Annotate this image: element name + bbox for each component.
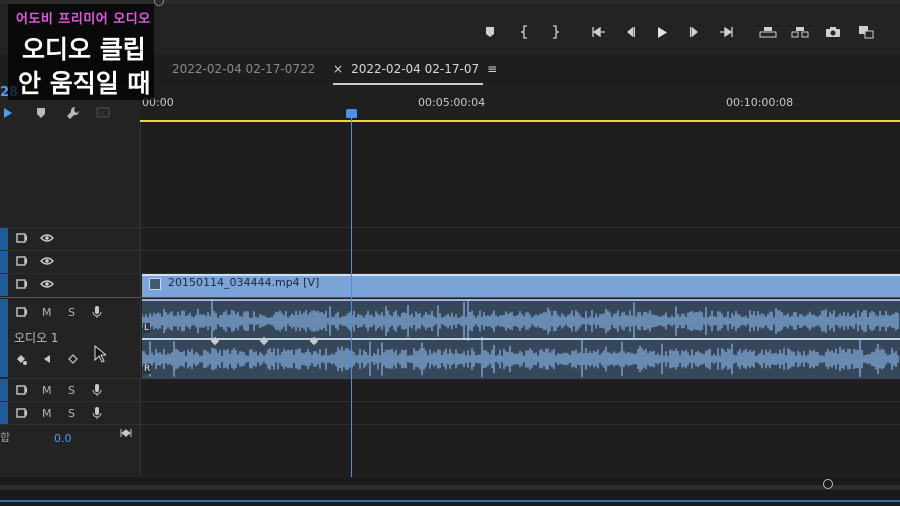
sync-lock-icon[interactable]: [16, 408, 28, 421]
extract-icon[interactable]: [790, 22, 810, 42]
eye-icon[interactable]: [40, 279, 54, 292]
playhead-line[interactable]: [351, 110, 352, 477]
track-divider: [0, 424, 900, 425]
prev-keyframe-icon[interactable]: [43, 354, 51, 367]
solo-button[interactable]: S: [68, 306, 75, 319]
sync-lock-icon[interactable]: [16, 233, 28, 246]
audio-track-name[interactable]: 오디오 1: [14, 329, 59, 346]
microphone-icon[interactable]: [92, 406, 102, 423]
mute-button[interactable]: M: [42, 407, 52, 420]
video-clip-name: 20150114_034444.mp4 [V]: [168, 276, 320, 289]
overlay-title-line-1: 오디오 클립: [22, 35, 146, 64]
eye-icon[interactable]: [40, 233, 54, 246]
add-marker-small-icon[interactable]: [36, 107, 46, 122]
overlay-subtitle: 어도비 프리미어 오디오: [16, 12, 151, 27]
track-target-a1[interactable]: [0, 299, 8, 377]
tab-label: 2022-02-04 02-17-07: [351, 62, 480, 76]
play-icon[interactable]: [652, 22, 672, 42]
sync-lock-icon[interactable]: [16, 279, 28, 292]
fx-badge-icon: [149, 278, 161, 290]
camera-icon[interactable]: [823, 22, 843, 42]
volume-rubber-band[interactable]: [142, 338, 900, 340]
snap-icon[interactable]: [3, 107, 13, 122]
track-target-a3[interactable]: [0, 402, 8, 424]
button-editor-icon[interactable]: [856, 22, 876, 42]
tab-menu-icon[interactable]: ≡: [487, 62, 497, 76]
solo-button[interactable]: S: [68, 384, 75, 397]
header-divider: [140, 122, 141, 477]
step-forward-icon[interactable]: [685, 22, 705, 42]
track-divider: [0, 250, 900, 251]
track-target-a2[interactable]: [0, 379, 8, 401]
sync-lock-icon[interactable]: [16, 307, 28, 320]
tab-close-icon[interactable]: ×: [333, 62, 343, 76]
track-target-v2[interactable]: [0, 251, 8, 273]
go-to-in-icon[interactable]: [588, 22, 608, 42]
svg-text:cc: cc: [99, 110, 106, 117]
track-divider: [0, 401, 900, 402]
mark-in-icon[interactable]: [515, 22, 535, 42]
panel-focus-line: [0, 500, 900, 502]
sync-lock-icon[interactable]: [16, 385, 28, 398]
mute-button[interactable]: M: [42, 306, 52, 319]
go-to-out-icon[interactable]: [717, 22, 737, 42]
microphone-icon[interactable]: [92, 305, 102, 322]
track-target-v3[interactable]: [0, 228, 8, 250]
wrench-icon[interactable]: [66, 106, 80, 123]
ruler-tick-label: 00:10:00:08: [726, 96, 794, 109]
mark-out-icon[interactable]: [545, 22, 565, 42]
mix-track-label: 합: [0, 431, 11, 444]
video-audio-divider: [0, 297, 900, 298]
sync-lock-icon[interactable]: [16, 256, 28, 269]
lift-icon[interactable]: [758, 22, 778, 42]
track-divider: [0, 227, 900, 228]
mouse-cursor-icon: [94, 344, 108, 366]
mute-button[interactable]: M: [42, 384, 52, 397]
keyframe-icon[interactable]: [68, 354, 78, 367]
zoom-handle[interactable]: [823, 479, 833, 489]
go-to-end-icon[interactable]: [120, 428, 132, 441]
captions-icon[interactable]: cc: [96, 107, 110, 121]
overlay-title-line-2: 안 움직일 때: [18, 69, 151, 98]
horizontal-scrollbar[interactable]: [0, 485, 900, 490]
add-marker-icon[interactable]: [480, 22, 500, 42]
microphone-icon[interactable]: [92, 383, 102, 400]
eye-icon[interactable]: [40, 256, 54, 269]
track-target-v1[interactable]: [0, 274, 8, 296]
step-back-icon[interactable]: [620, 22, 640, 42]
tab-sequence-1[interactable]: 2022-02-04 02-17-0722: [172, 62, 315, 76]
right-channel-label: R: [143, 364, 152, 374]
keyframe-add-icon[interactable]: [16, 354, 28, 369]
ruler-tick-label: 00:05:00:04: [418, 96, 486, 109]
solo-button[interactable]: S: [68, 407, 75, 420]
mix-volume-value[interactable]: 0.0: [54, 432, 72, 445]
tab-sequence-2[interactable]: × 2022-02-04 02-17-07 ≡: [333, 62, 497, 76]
left-channel-label: L: [143, 323, 151, 333]
tab-label: 2022-02-04 02-17-0722: [172, 62, 316, 76]
